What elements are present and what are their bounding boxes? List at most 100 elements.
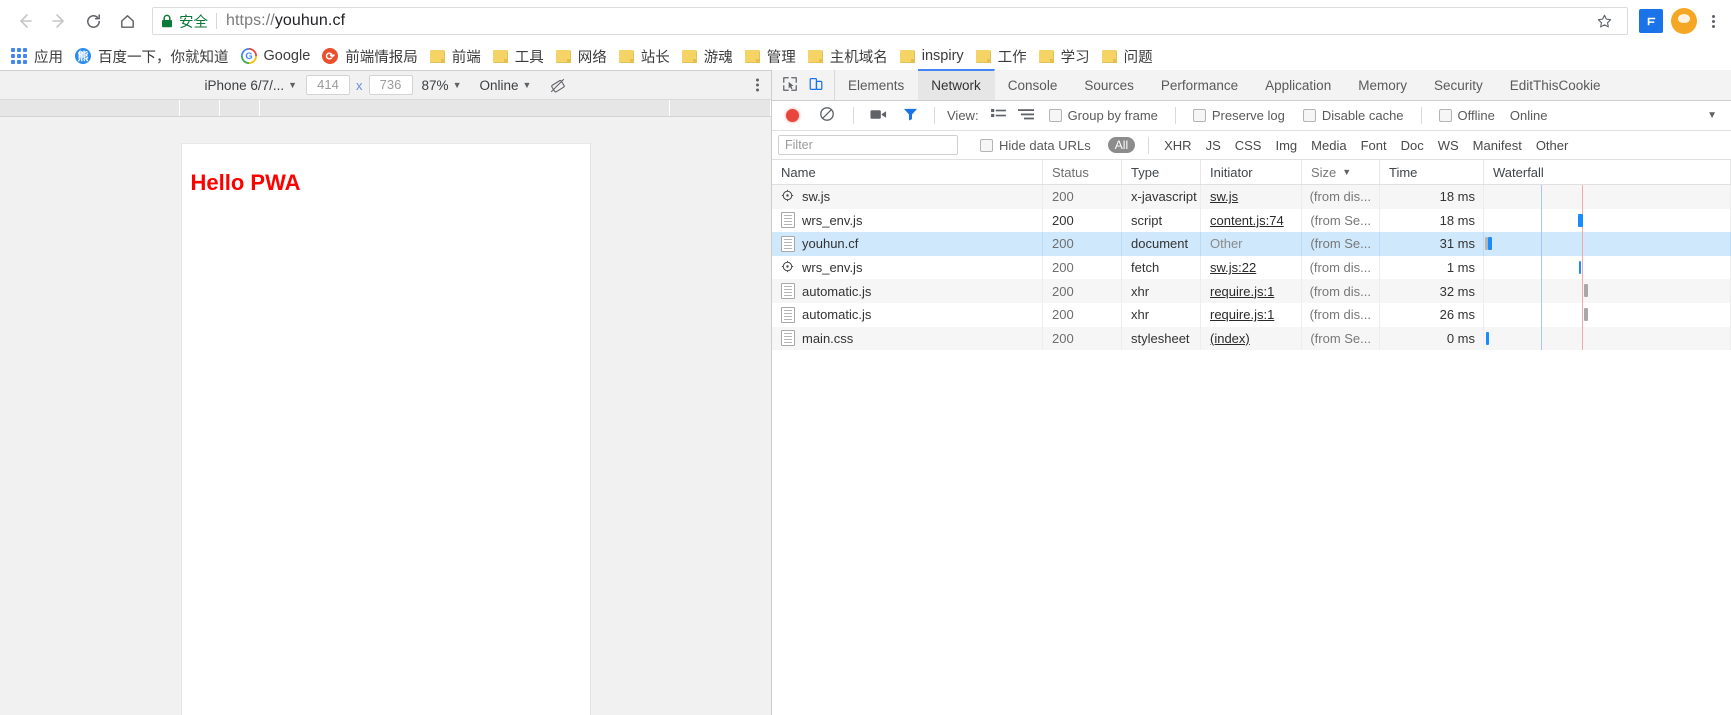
cell-initiator[interactable]: (index) (1201, 326, 1302, 351)
extension-icon-feedly[interactable] (1639, 9, 1663, 33)
bookmark-apps[interactable]: 应用 (6, 44, 70, 68)
table-row[interactable]: automatic.js 200 xhr require.js:1 (from … (772, 279, 1731, 303)
device-height-input[interactable]: 736 (368, 75, 413, 95)
cell-name[interactable]: wrs_env.js (772, 208, 1043, 233)
filter-type-css[interactable]: CSS (1235, 138, 1262, 153)
filter-input[interactable]: Filter (778, 135, 958, 155)
cell-name[interactable]: automatic.js (772, 302, 1043, 327)
zoom-selector[interactable]: 87% ▼ (422, 78, 462, 93)
tab-editthiscookie[interactable]: EditThisCookie (1497, 70, 1615, 100)
initiator-link[interactable]: require.js:1 (1210, 284, 1274, 299)
bookmark-folder-tools[interactable]: 工具 (488, 44, 551, 68)
tab-console[interactable]: Console (995, 70, 1072, 100)
camera-icon[interactable] (870, 108, 887, 124)
address-bar[interactable]: 安全 https://youhun.cf (152, 7, 1628, 35)
bookmark-frontend-news[interactable]: ⟳ 前端情报局 (317, 44, 425, 68)
cell-name[interactable]: automatic.js (772, 279, 1043, 303)
tab-sources[interactable]: Sources (1071, 70, 1148, 100)
profile-avatar[interactable] (1671, 8, 1697, 34)
list-view-icon[interactable] (990, 108, 1006, 124)
group-by-frame-checkbox[interactable]: Group by frame (1048, 108, 1158, 123)
column-header-size[interactable]: Size ▼ (1302, 160, 1380, 184)
cell-name[interactable]: wrs_env.js (772, 255, 1043, 280)
filter-type-font[interactable]: Font (1361, 138, 1387, 153)
initiator-link[interactable]: sw.js:22 (1210, 260, 1256, 275)
cell-name[interactable]: youhun.cf (772, 232, 1043, 256)
bookmark-folder-youhun[interactable]: 游魂 (677, 44, 740, 68)
tab-application[interactable]: Application (1252, 70, 1345, 100)
forward-button[interactable] (42, 4, 76, 38)
table-row[interactable]: wrs_env.js 200 fetch sw.js:22 (from dis.… (772, 255, 1731, 280)
cell-initiator[interactable]: content.js:74 (1201, 208, 1302, 233)
cell-initiator[interactable]: require.js:1 (1201, 302, 1302, 327)
bookmark-folder-manage[interactable]: 管理 (740, 44, 803, 68)
column-header-time[interactable]: Time (1380, 160, 1484, 184)
toggle-device-toolbar-icon[interactable] (808, 76, 824, 95)
filter-type-media[interactable]: Media (1311, 138, 1346, 153)
bookmark-folder-inspiry[interactable]: inspiry (895, 44, 971, 68)
filter-type-all[interactable]: All (1107, 137, 1136, 153)
table-row[interactable]: wrs_env.js 200 script content.js:74 (fro… (772, 208, 1731, 233)
filter-type-other[interactable]: Other (1536, 138, 1569, 153)
hide-data-urls-checkbox[interactable]: Hide data URLs (980, 138, 1091, 153)
initiator-link[interactable]: require.js:1 (1210, 307, 1274, 322)
cell-initiator[interactable]: require.js:1 (1201, 279, 1302, 303)
tab-security[interactable]: Security (1421, 70, 1497, 100)
initiator-link[interactable]: (index) (1210, 331, 1250, 346)
throttling-selector[interactable]: Online ▼ (479, 78, 531, 93)
toolbar-overflow-icon[interactable]: ▼ (1707, 110, 1723, 121)
back-button[interactable] (8, 4, 42, 38)
column-header-waterfall[interactable]: Waterfall (1484, 160, 1731, 184)
tab-performance[interactable]: Performance (1148, 70, 1252, 100)
funnel-icon[interactable] (903, 107, 918, 124)
network-throttle-selector[interactable]: Online (1510, 108, 1548, 123)
chrome-menu-icon[interactable] (1703, 14, 1723, 28)
cell-name[interactable]: main.css (772, 326, 1043, 351)
record-button[interactable] (786, 109, 799, 122)
table-row[interactable]: automatic.js 200 xhr require.js:1 (from … (772, 302, 1731, 327)
table-row[interactable]: sw.js 200 x-javascript sw.js (from dis..… (772, 185, 1731, 209)
bookmark-google[interactable]: Google (236, 44, 318, 68)
reload-button[interactable] (76, 4, 110, 38)
timeline-view-icon[interactable] (1017, 108, 1034, 124)
filter-type-xhr[interactable]: XHR (1164, 138, 1191, 153)
bookmark-baidu[interactable]: 熊 百度一下，你就知道 (70, 44, 236, 68)
star-icon[interactable] (1589, 6, 1619, 36)
column-header-status[interactable]: Status (1043, 160, 1122, 184)
filter-type-doc[interactable]: Doc (1401, 138, 1424, 153)
initiator-link[interactable]: content.js:74 (1210, 213, 1284, 228)
column-header-type[interactable]: Type (1122, 160, 1201, 184)
device-more-options-icon[interactable] (756, 78, 759, 92)
rotate-button[interactable] (549, 77, 566, 94)
table-row[interactable]: main.css 200 stylesheet (index) (from Se… (772, 326, 1731, 351)
tab-memory[interactable]: Memory (1345, 70, 1421, 100)
offline-checkbox[interactable]: Offline (1438, 108, 1495, 123)
device-screen[interactable]: Hello PWA (180, 143, 591, 715)
bookmark-folder-frontend[interactable]: 前端 (425, 44, 488, 68)
disable-cache-checkbox[interactable]: Disable cache (1302, 108, 1404, 123)
bookmark-folder-webmaster[interactable]: 站长 (614, 44, 677, 68)
filter-type-img[interactable]: Img (1275, 138, 1297, 153)
device-width-input[interactable]: 414 (306, 75, 351, 95)
device-selector[interactable]: iPhone 6/7/... ▼ (205, 78, 297, 93)
home-button[interactable] (110, 4, 144, 38)
bookmark-folder-questions[interactable]: 问题 (1097, 44, 1160, 68)
cell-initiator[interactable]: sw.js:22 (1201, 255, 1302, 280)
preserve-log-checkbox[interactable]: Preserve log (1192, 108, 1285, 123)
initiator-link[interactable]: sw.js (1210, 189, 1238, 204)
tab-elements[interactable]: Elements (835, 70, 918, 100)
column-header-name[interactable]: Name (772, 160, 1043, 184)
bookmark-folder-network[interactable]: 网络 (551, 44, 614, 68)
bookmark-folder-study[interactable]: 学习 (1034, 44, 1097, 68)
filter-type-js[interactable]: JS (1206, 138, 1221, 153)
clear-icon[interactable] (819, 106, 835, 125)
filter-type-manifest[interactable]: Manifest (1473, 138, 1522, 153)
column-header-initiator[interactable]: Initiator (1201, 160, 1302, 184)
cell-name[interactable]: sw.js (772, 185, 1043, 209)
bookmark-folder-work[interactable]: 工作 (971, 44, 1034, 68)
inspect-element-icon[interactable] (782, 76, 798, 95)
cell-initiator[interactable]: sw.js (1201, 185, 1302, 209)
table-row[interactable]: youhun.cf 200 document Other (from Se...… (772, 232, 1731, 256)
bookmark-folder-hosting[interactable]: 主机域名 (803, 44, 895, 68)
filter-type-ws[interactable]: WS (1438, 138, 1459, 153)
